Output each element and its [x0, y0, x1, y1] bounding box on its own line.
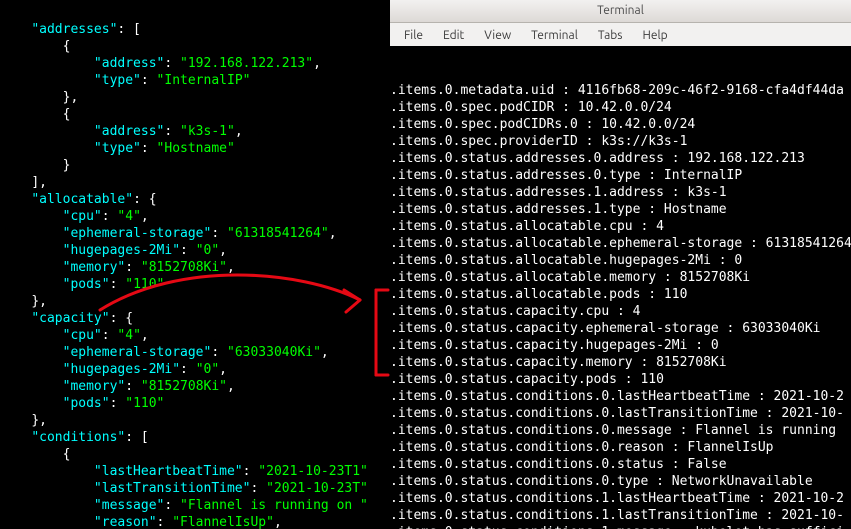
terminal-line: .items.0.status.allocatable.memory : 815… — [390, 269, 851, 286]
terminal-line: .items.0.status.conditions.0.message : F… — [390, 422, 851, 439]
json-line: "addresses": [ — [0, 21, 390, 38]
terminal-line: .items.0.spec.podCIDRs.0 : 10.42.0.0/24 — [390, 116, 851, 133]
terminal-line: .items.0.spec.providerID : k3s://k3s-1 — [390, 133, 851, 150]
terminal-line: .items.0.status.addresses.0.address : 19… — [390, 150, 851, 167]
json-line: "cpu": "4", — [0, 208, 390, 225]
terminal-line: .items.0.status.allocatable.hugepages-2M… — [390, 252, 851, 269]
json-line: { — [0, 106, 390, 123]
json-line: "allocatable": { — [0, 191, 390, 208]
terminal-line: .items.0.status.allocatable.cpu : 4 — [390, 218, 851, 235]
json-line: "type": "Hostname" — [0, 140, 390, 157]
json-line: "address": "192.168.122.213", — [0, 55, 390, 72]
json-line: "memory": "8152708Ki", — [0, 259, 390, 276]
json-line: "ephemeral-storage": "63033040Ki", — [0, 344, 390, 361]
json-line: "capacity": { — [0, 310, 390, 327]
json-line: "memory": "8152708Ki", — [0, 378, 390, 395]
terminal-line: .items.0.status.conditions.0.status : Fa… — [390, 456, 851, 473]
terminal-line: .items.0.metadata.uid : 4116fb68-209c-46… — [390, 82, 851, 99]
json-line: { — [0, 38, 390, 55]
json-source-pane: "addresses": [ { "address": "192.168.122… — [0, 0, 390, 529]
terminal-line: .items.0.status.addresses.0.type : Inter… — [390, 167, 851, 184]
menu-tabs[interactable]: Tabs — [588, 27, 633, 44]
json-line: "cpu": "4", — [0, 327, 390, 344]
json-line: "lastTransitionTime": "2021-10-23T" — [0, 480, 390, 497]
terminal-line: .items.0.status.conditions.1.lastHeartbe… — [390, 490, 851, 507]
json-line: "type": "InternalIP" — [0, 72, 390, 89]
menu-help[interactable]: Help — [632, 27, 677, 44]
terminal-line: .items.0.status.addresses.1.type : Hostn… — [390, 201, 851, 218]
terminal-line: .items.0.status.conditions.0.lastTransit… — [390, 405, 851, 422]
terminal-line: .items.0.status.conditions.1.lastTransit… — [390, 507, 851, 524]
menu-terminal[interactable]: Terminal — [521, 27, 588, 44]
json-line: "lastHeartbeatTime": "2021-10-23T1" — [0, 463, 390, 480]
menu-view[interactable]: View — [474, 27, 521, 44]
terminal-titlebar[interactable]: Terminal — [390, 0, 851, 23]
json-line: ], — [0, 174, 390, 191]
terminal-line: .items.0.status.capacity.ephemeral-stora… — [390, 320, 851, 337]
json-line: } — [0, 157, 390, 174]
terminal-window: Terminal File Edit View Terminal Tabs He… — [390, 0, 851, 529]
json-line: "address": "k3s-1", — [0, 123, 390, 140]
json-line: }, — [0, 89, 390, 106]
terminal-line: .items.0.status.capacity.cpu : 4 — [390, 303, 851, 320]
json-line: "ephemeral-storage": "61318541264", — [0, 225, 390, 242]
json-line: }, — [0, 293, 390, 310]
terminal-line: .items.0.status.capacity.pods : 110 — [390, 371, 851, 388]
terminal-line: .items.0.status.conditions.0.type : Netw… — [390, 473, 851, 490]
json-line: "message": "Flannel is running on " — [0, 497, 390, 514]
terminal-line: .items.0.status.allocatable.pods : 110 — [390, 286, 851, 303]
terminal-line: .items.0.status.capacity.memory : 815270… — [390, 354, 851, 371]
terminal-line: .items.0.status.addresses.1.address : k3… — [390, 184, 851, 201]
terminal-line: .items.0.status.conditions.1.message : k… — [390, 524, 851, 529]
menu-edit[interactable]: Edit — [433, 27, 474, 44]
terminal-line: .items.0.status.conditions.0.reason : Fl… — [390, 439, 851, 456]
terminal-output[interactable]: .items.0.metadata.uid : 4116fb68-209c-46… — [390, 46, 851, 529]
json-line: "reason": "FlannelIsUp", — [0, 514, 390, 529]
json-line: }, — [0, 412, 390, 429]
terminal-menubar: File Edit View Terminal Tabs Help — [390, 23, 851, 48]
terminal-line: .items.0.status.conditions.0.lastHeartbe… — [390, 388, 851, 405]
terminal-line: .items.0.spec.podCIDR : 10.42.0.0/24 — [390, 99, 851, 116]
json-line: "pods": "110" — [0, 276, 390, 293]
json-line: { — [0, 446, 390, 463]
terminal-line: .items.0.status.allocatable.ephemeral-st… — [390, 235, 851, 252]
json-line: "hugepages-2Mi": "0", — [0, 361, 390, 378]
json-line: "conditions": [ — [0, 429, 390, 446]
json-line: "hugepages-2Mi": "0", — [0, 242, 390, 259]
menu-file[interactable]: File — [394, 27, 433, 44]
json-line: "pods": "110" — [0, 395, 390, 412]
terminal-line: .items.0.status.capacity.hugepages-2Mi :… — [390, 337, 851, 354]
